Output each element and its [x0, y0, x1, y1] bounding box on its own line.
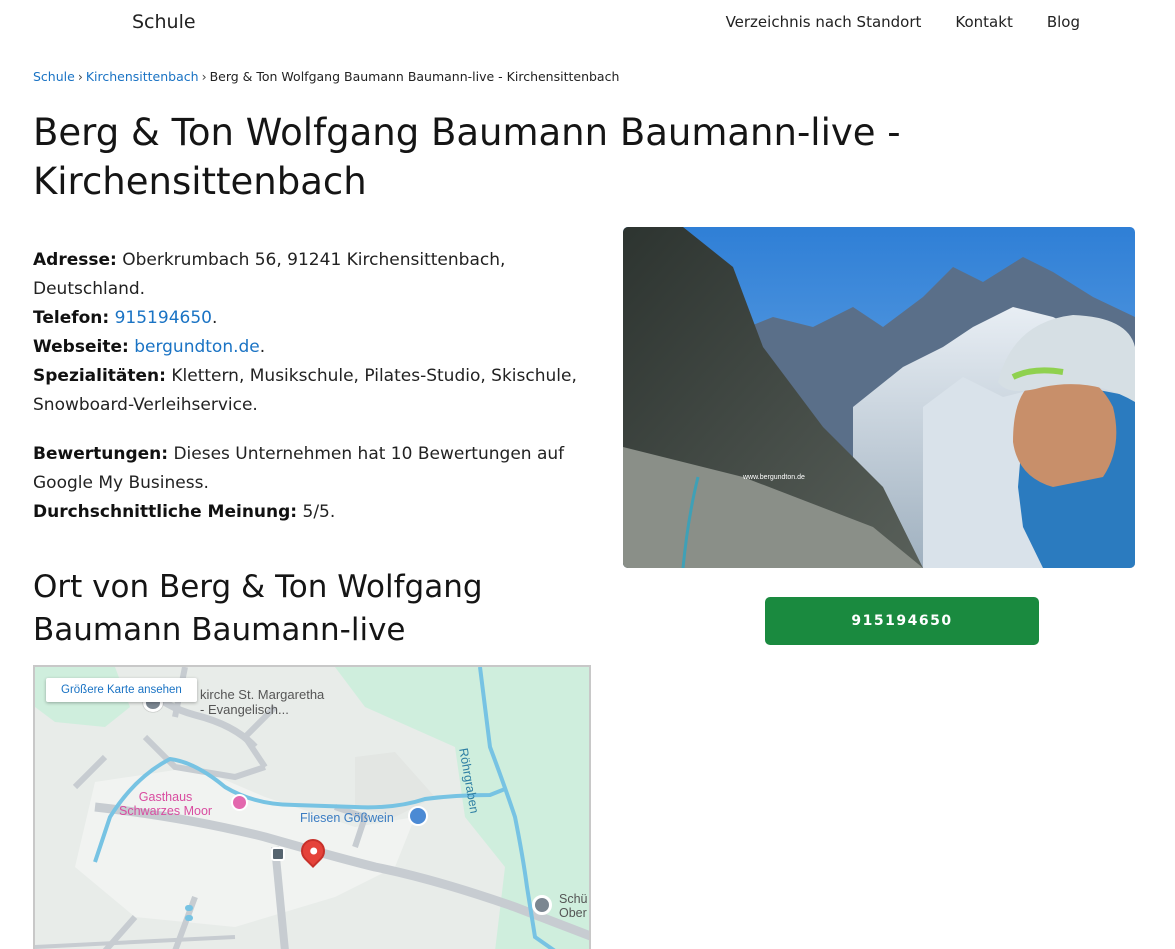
location-title: Ort von Berg & Ton Wolfgang Baumann Baum…: [33, 569, 483, 648]
rating-line: Durchschnittliche Meinung: 5/5.: [33, 498, 593, 527]
business-photo: www.bergundton.de: [623, 227, 1135, 568]
website-label: Webseite:: [33, 337, 129, 357]
business-info: Adresse: Oberkrumbach 56, 91241 Kirchens…: [33, 246, 593, 527]
map-label-church-line1: kirche St. Margaretha: [200, 687, 325, 702]
site-brand[interactable]: Schule: [132, 11, 196, 33]
map-label-school: Schü Ober: [559, 892, 588, 920]
address-label: Adresse:: [33, 250, 117, 270]
specialties-line: Spezialitäten: Klettern, Musikschule, Pi…: [33, 362, 593, 420]
phone-link[interactable]: 915194650: [115, 308, 212, 328]
embedded-map[interactable]: Größere Karte ansehen kirche St. Margare…: [33, 665, 591, 949]
photo-watermark: www.bergundton.de: [742, 474, 805, 481]
shop-pin-icon[interactable]: [408, 806, 428, 826]
map-label-gasthaus-line1: Gasthaus: [138, 790, 193, 804]
site-header: Schule Verzeichnis nach Standort Kontakt…: [0, 0, 1175, 46]
map-label-school-line1: Schü: [559, 892, 588, 906]
school-pin-icon[interactable]: [532, 895, 552, 915]
website-line: Webseite: bergundton.de.: [33, 337, 266, 357]
nav-item-blog[interactable]: Blog: [1047, 13, 1080, 31]
phone-label: Telefon:: [33, 308, 110, 328]
specialties-label: Spezialitäten:: [33, 366, 166, 386]
map-label-gasthaus-line2: Schwarzes Moor: [119, 804, 213, 818]
nav-item-verzeichnis[interactable]: Verzeichnis nach Standort: [726, 13, 922, 31]
page-title: Berg & Ton Wolfgang Baumann Baumann-live…: [33, 111, 901, 203]
climber-mountain-image: www.bergundton.de: [623, 227, 1135, 568]
reviews-label: Bewertungen:: [33, 444, 169, 464]
nav-item-kontakt[interactable]: Kontakt: [955, 13, 1012, 31]
breadcrumb-link-schule[interactable]: Schule: [33, 69, 75, 84]
larger-map-button[interactable]: Größere Karte ansehen: [46, 678, 197, 702]
map-label-church-line2: - Evangelisch...: [200, 702, 289, 717]
address-line: Adresse: Oberkrumbach 56, 91241 Kirchens…: [33, 246, 593, 304]
rating-value: 5/5.: [302, 502, 336, 522]
call-button[interactable]: 915194650: [765, 597, 1039, 645]
rating-label: Durchschnittliche Meinung:: [33, 502, 298, 522]
website-link[interactable]: bergundton.de: [134, 337, 260, 357]
main-nav: Verzeichnis nach Standort Kontakt Blog: [726, 13, 1080, 31]
hotel-pin-icon[interactable]: [231, 794, 248, 811]
phone-line: Telefon: 915194650.: [33, 308, 218, 328]
breadcrumb-separator: ›: [77, 69, 83, 84]
breadcrumb-current: Berg & Ton Wolfgang Baumann Baumann-live…: [209, 69, 620, 84]
map-label-shop: Fliesen Gößwein: [300, 811, 394, 825]
reviews-line: Bewertungen: Dieses Unternehmen hat 10 B…: [33, 440, 593, 498]
breadcrumb-link-kirchensittenbach[interactable]: Kirchensittenbach: [86, 69, 199, 84]
map-label-church: kirche St. Margaretha - Evangelisch...: [200, 687, 324, 717]
breadcrumb: Schule › Kirchensittenbach › Berg & Ton Wolf…: [33, 69, 619, 84]
map-label-gasthaus: Gasthaus Schwarzes Moor: [119, 790, 212, 818]
bus-stop-icon[interactable]: [271, 847, 285, 861]
map-label-school-line2: Ober: [559, 906, 587, 920]
breadcrumb-separator: ›: [201, 69, 207, 84]
